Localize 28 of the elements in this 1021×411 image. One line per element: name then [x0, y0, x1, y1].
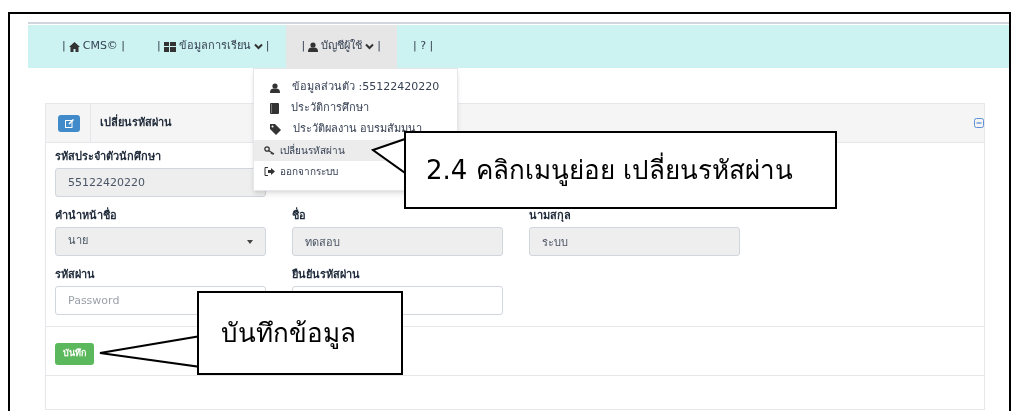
- chevron-down-icon: [365, 43, 375, 50]
- collapse-icon[interactable]: [974, 118, 984, 128]
- key-icon: [264, 146, 275, 155]
- panel-title: เปลี่ยนรหัสผ่าน: [100, 114, 172, 131]
- edit-icon: [64, 118, 74, 128]
- nav-menu-item[interactable]: | บัญชีผู้ใช้ |: [285, 25, 397, 68]
- chevron-down-icon: [253, 43, 263, 50]
- dropdown-item[interactable]: ข้อมูลส่วนตัว :55122420220: [254, 77, 457, 98]
- callout-tooltip: บันทึกข้อมูล: [197, 291, 403, 375]
- dropdown-arrow-icon: [247, 239, 253, 244]
- field-label: รหัสผ่าน: [55, 267, 96, 283]
- logout-icon: [264, 167, 275, 176]
- edit-button[interactable]: [58, 114, 80, 132]
- user-icon: [308, 41, 319, 52]
- field-label: รหัสประจำตัวนักศึกษา: [55, 149, 162, 165]
- nav-menu-item[interactable]: | ข้อมูลการเรียน |: [141, 25, 286, 68]
- field-label: ยืนยันรหัสผ่าน: [292, 267, 361, 283]
- nav-menu-item[interactable]: | CMS© |: [46, 25, 142, 68]
- grid-icon: [163, 41, 176, 52]
- nav-menu-item[interactable]: | ? |: [396, 25, 450, 68]
- dropdown-item[interactable]: ประวัติการศึกษา: [254, 98, 457, 119]
- user-icon: [270, 82, 280, 93]
- field-label: คำนำหน้าชื่อ: [55, 208, 118, 224]
- field-label: ชื่อ: [292, 208, 307, 224]
- home-icon: [68, 41, 80, 52]
- tag-icon: [270, 124, 281, 135]
- book-icon: [270, 103, 279, 114]
- field-label: นามสกุล: [529, 208, 572, 224]
